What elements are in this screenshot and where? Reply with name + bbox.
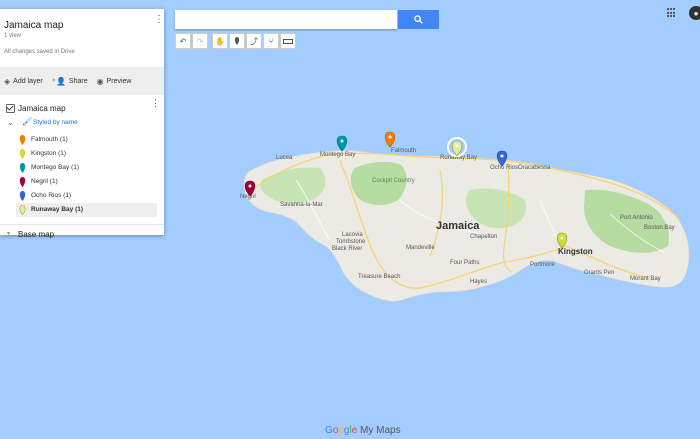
marker-pin-icon	[19, 163, 26, 173]
legend-item-montego-bay[interactable]: Montego Bay (1)	[16, 161, 157, 175]
share-label: Share	[68, 77, 88, 85]
more-options-icon[interactable]: ⋮	[154, 15, 164, 25]
map-label-black-river: Black River	[332, 246, 362, 252]
map-tools: ↶ ↷ ✋ ⤴ ⑂	[175, 33, 297, 49]
map-label-hayes: Hayes	[470, 279, 487, 285]
preview-label: Preview	[106, 77, 132, 85]
legend-items: Falmouth (1) Kingston (1) Montego Bay (1…	[16, 133, 157, 217]
map-label-portmore: Portmore	[530, 262, 555, 268]
undo-button[interactable]: ↶	[175, 33, 191, 49]
marker-pin-icon	[19, 149, 26, 159]
map-label-port-antonio: Port Antonio	[620, 215, 653, 221]
marker-pin-icon	[19, 135, 26, 145]
add-person-icon: ⁺👤	[51, 76, 66, 86]
map-label-ocho-rios: Ocho Rios	[490, 165, 518, 171]
legend-item-label: Montego Bay (1)	[31, 164, 80, 171]
eye-icon: ◉	[96, 76, 104, 86]
hand-tool-button[interactable]: ✋	[212, 33, 228, 49]
base-map-label: Base map	[18, 230, 55, 239]
layer-header: Jamaica map ⋮	[0, 99, 164, 117]
redo-button[interactable]: ↷	[192, 33, 208, 49]
map-legend-panel: Jamaica map 1 view All changes saved in …	[0, 9, 164, 239]
layer-options-icon[interactable]: ⋮	[151, 99, 160, 108]
map-label-lacovia: Lacovia	[342, 232, 363, 238]
search-icon	[414, 15, 423, 24]
map-label-negril: Negril	[240, 194, 256, 200]
chevron-down-icon[interactable]: ⌄	[7, 118, 14, 127]
google-my-maps-logo: Google My Maps	[325, 425, 401, 436]
paint-roller-icon: 🖌	[22, 117, 33, 126]
view-count: 1 view	[4, 33, 22, 39]
legend-item-negril[interactable]: Negril (1)	[16, 175, 157, 189]
legend-item-label: Runaway Bay (1)	[31, 206, 84, 213]
redo-icon: ↷	[196, 36, 204, 46]
add-layer-label: Add layer	[13, 77, 43, 85]
map-label-tombstone: Tombstone	[336, 239, 366, 245]
legend-item-falmouth[interactable]: Falmouth (1)	[16, 133, 157, 147]
map-title[interactable]: Jamaica map	[4, 20, 63, 31]
map-label-falmouth: Falmouth	[391, 148, 416, 154]
map-label-treasure-beach: Treasure Beach	[358, 274, 400, 280]
ruler-icon	[283, 38, 293, 44]
map-label-morant-bay: Morant Bay	[630, 276, 661, 282]
share-button[interactable]: ⁺👤 Share	[52, 77, 88, 86]
draw-line-icon: ⤴	[250, 36, 258, 46]
directions-button[interactable]: ⑂	[263, 33, 279, 49]
legend-item-label: Falmouth (1)	[31, 136, 68, 143]
legend-item-ocho-rios[interactable]: Ocho Rios (1)	[16, 189, 157, 203]
search-button[interactable]	[398, 10, 439, 29]
account-avatar[interactable]: ●	[689, 6, 700, 20]
hand-icon: ✋	[215, 36, 225, 46]
marker-icon	[234, 37, 240, 45]
search-input[interactable]	[175, 10, 397, 29]
map-label-lucea: Lucea	[276, 155, 293, 161]
save-status: All changes saved in Drive	[4, 49, 75, 55]
map-label-savanna: Savanna-la-Mar	[280, 202, 323, 208]
map-label-oracabessa: Oracabessa	[518, 165, 551, 171]
measure-button[interactable]	[280, 33, 296, 49]
legend-item-label: Ocho Rios (1)	[31, 192, 72, 199]
expand-arrow-icon[interactable]: ▼	[6, 231, 11, 237]
styled-by-label: Styled by name	[33, 119, 78, 126]
legend-item-kingston[interactable]: Kingston (1)	[16, 147, 157, 161]
layer-name[interactable]: Jamaica map	[18, 104, 66, 113]
add-layer-button[interactable]: ◈ Add layer	[4, 77, 43, 86]
undo-icon: ↶	[179, 36, 187, 46]
map-label-grants-pen: Grants Pen	[584, 270, 614, 276]
marker-pin-icon	[19, 191, 26, 201]
legend-item-runaway-bay[interactable]: Runaway Bay (1)	[16, 203, 157, 217]
map-label-montego-bay: Montego Bay	[320, 152, 355, 158]
map-label-chapelton: Chapelton	[470, 234, 497, 240]
marker-pin-icon	[19, 205, 26, 215]
marker-pin-icon	[19, 177, 26, 187]
draw-line-button[interactable]: ⤴	[246, 33, 262, 49]
map-label-cockpit-country: Cockpit Country	[372, 178, 415, 184]
map-label-four-paths: Four Paths	[450, 260, 479, 266]
preview-button[interactable]: ◉ Preview	[97, 77, 132, 86]
map-label-boston-bay: Boston Bay	[644, 225, 675, 231]
legend-item-label: Negril (1)	[31, 178, 58, 185]
directions-icon: ⑂	[268, 36, 274, 46]
add-marker-button[interactable]	[229, 33, 245, 49]
layer-visibility-checkbox[interactable]	[6, 104, 15, 113]
panel-actions: ◈ Add layer ⁺👤 Share ◉ Preview	[0, 67, 164, 95]
styled-by-link[interactable]: ⌄ 🖌 Styled by name	[5, 117, 160, 131]
legend-item-label: Kingston (1)	[31, 150, 67, 157]
brand-suffix: My Maps	[360, 425, 401, 436]
apps-grid-icon[interactable]	[667, 8, 677, 18]
layers-icon: ◈	[4, 76, 11, 86]
map-label-mandeville: Mandeville	[406, 245, 435, 251]
base-map-section[interactable]: ▼ Base map	[0, 224, 164, 243]
map-label-island: Jamaica	[436, 220, 480, 232]
map-label-kingston: Kingston	[558, 247, 593, 256]
